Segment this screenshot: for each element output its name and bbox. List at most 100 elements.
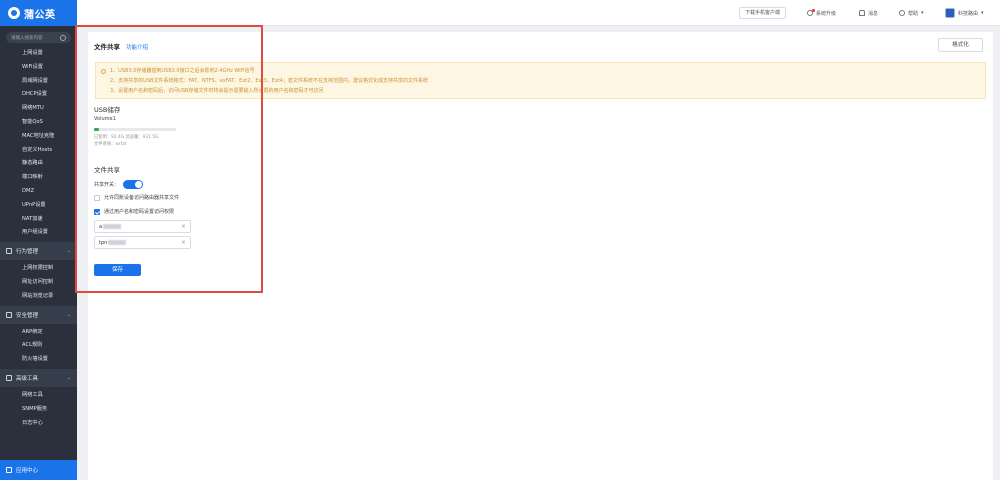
notice-line-3: 3、设置用户名和密码后，访问USB存储文件时将会提示需要输入所设置的用户名和密码…: [110, 88, 324, 94]
sidebar-tools-list: 网络工具 SNMP服务 日志中心: [0, 389, 77, 430]
help-label: 帮助: [908, 10, 919, 17]
feature-intro-link[interactable]: 功能介绍: [126, 43, 148, 51]
group-label: 应用中心: [16, 468, 39, 474]
sidebar-item[interactable]: 上网权限控制: [22, 262, 77, 276]
clear-icon[interactable]: ×: [181, 223, 186, 230]
apps-icon: [6, 467, 12, 473]
sidebar-item[interactable]: 网络MTU: [22, 102, 77, 116]
sidebar-behavior-list: 上网权限控制 网址访问控制 网站浏览记录: [0, 262, 77, 303]
sidebar-item[interactable]: ARP绑定: [22, 326, 77, 340]
system-upgrade-button[interactable]: 系统升级: [807, 8, 836, 18]
group-label: 行为管理: [16, 249, 39, 256]
filesystem-text: 文件系统：exfat: [94, 142, 127, 147]
sidebar-item[interactable]: DHCP设置: [22, 88, 77, 102]
auth-access-label: 通过用户名和密码设置访问权限: [104, 209, 175, 215]
page-title: 文件共享: [94, 43, 120, 51]
sidebar-item[interactable]: 防火墙设置: [22, 353, 77, 367]
chevron-down-icon: ⌄: [66, 374, 71, 381]
sidebar-item[interactable]: 日志中心: [22, 417, 77, 431]
usage-bar: [94, 128, 176, 131]
notice-line-2: 2、支持共享的USB文件系统格式：FAT、NTFS、exFAT、Ext2、Ext…: [110, 78, 428, 84]
notice-line-1: 1、USB3.0存储器插到USB3.0接口之后会影响2.4GHz WiFi信号: [110, 68, 255, 74]
password-value: tpn: [99, 239, 127, 246]
password-field[interactable]: tpn ×: [94, 236, 191, 249]
sidebar-group-behavior[interactable]: 行为管理 ⌄: [0, 242, 77, 261]
account-name: 科技路由: [958, 10, 979, 17]
system-upgrade-label: 系统升级: [816, 10, 837, 17]
share-toggle-label: 共享开关：: [94, 182, 120, 188]
avatar: [945, 8, 955, 18]
notice-box: 1、USB3.0存储器插到USB3.0接口之后会影响2.4GHz WiFi信号 …: [95, 62, 986, 99]
anonymous-access-label: 允许同账设备访问路由器共享文件: [104, 195, 180, 201]
bell-icon: [859, 10, 865, 16]
auth-access-checkbox[interactable]: [94, 208, 100, 215]
shield-icon: [6, 311, 12, 318]
info-icon: [101, 69, 106, 74]
share-toggle[interactable]: [123, 180, 144, 189]
chevron-down-icon: ⌄: [66, 311, 71, 318]
sidebar-item[interactable]: 用户组设置: [22, 226, 77, 240]
redacted-text: [108, 240, 127, 245]
group-label: 高级工具: [16, 375, 39, 382]
username-field[interactable]: a ×: [94, 220, 191, 233]
sidebar-item[interactable]: 上网设置: [22, 47, 77, 61]
usage-fill: [94, 128, 99, 131]
sidebar-network-list: 上网设置 WiFi设置 局域网设置 DHCP设置 网络MTU 智能QoS MAC…: [0, 47, 77, 240]
upgrade-icon: [807, 9, 815, 16]
sidebar-item[interactable]: NAT加速: [22, 213, 77, 227]
help-button[interactable]: 帮助 ▾: [899, 8, 924, 18]
sidebar-security-list: ARP绑定 ACL规则 防火墙设置: [0, 326, 77, 367]
main-panel: 文件共享 功能介绍 格式化 1、USB3.0存储器插到USB3.0接口之后会影响…: [88, 32, 993, 480]
format-button[interactable]: 格式化: [938, 38, 983, 52]
sidebar-item[interactable]: UPnP设置: [22, 199, 77, 213]
clear-icon[interactable]: ×: [181, 239, 186, 246]
brand[interactable]: 蒲公英: [0, 0, 77, 26]
username-prefix: a: [99, 223, 103, 230]
auth-access-row[interactable]: 通过用户名和密码设置访问权限: [94, 208, 174, 215]
password-prefix: tpn: [99, 239, 108, 246]
sidebar-item[interactable]: 网址访问控制: [22, 276, 77, 290]
sidebar-group-apps[interactable]: 应用中心: [0, 460, 77, 480]
brand-logo-icon: [8, 7, 20, 19]
sidebar-group-security[interactable]: 安全管理 ⌄: [0, 305, 77, 324]
sidebar-item[interactable]: ACL规则: [22, 339, 77, 353]
tools-icon: [6, 374, 12, 381]
sidebar-search-input[interactable]: 请输入搜索内容: [6, 32, 71, 43]
sidebar-item[interactable]: 静态路由: [22, 157, 77, 171]
notifications-button[interactable]: 消息: [859, 8, 878, 18]
chevron-down-icon: ▾: [981, 10, 984, 16]
anonymous-access-checkbox[interactable]: [94, 194, 100, 201]
redacted-text: [103, 224, 122, 229]
sidebar-item[interactable]: DMZ: [22, 185, 77, 199]
download-app-button[interactable]: 下载手机客户端: [739, 7, 787, 19]
sidebar-item[interactable]: 自定义Hosts: [22, 144, 77, 158]
search-icon[interactable]: [60, 34, 66, 41]
chevron-down-icon: ⌄: [66, 248, 71, 255]
sidebar-item[interactable]: 网络工具: [22, 389, 77, 403]
sidebar-item[interactable]: 端口映射: [22, 171, 77, 185]
sidebar-item[interactable]: MAC地址克隆: [22, 130, 77, 144]
topbar: 下载手机客户端 系统升级 消息 帮助 ▾ 科技路由 ▾: [77, 0, 1000, 26]
capacity-text: 已使用：92.4G 总容量：931.5G: [94, 135, 159, 140]
sidebar: 蒲公英 请输入搜索内容 上网设置 WiFi设置 局域网设置 DHCP设置 网络M…: [0, 0, 77, 480]
brand-name: 蒲公英: [24, 9, 56, 21]
save-button[interactable]: 保存: [94, 264, 141, 276]
anonymous-access-row[interactable]: 允许同账设备访问路由器共享文件: [94, 194, 179, 201]
chevron-down-icon: ▾: [921, 10, 924, 16]
group-label: 安全管理: [16, 312, 39, 319]
notifications-label: 消息: [868, 10, 879, 17]
sidebar-item[interactable]: 局域网设置: [22, 75, 77, 89]
sidebar-item[interactable]: SNMP服务: [22, 403, 77, 417]
sidebar-item[interactable]: WiFi设置: [22, 61, 77, 75]
sidebar-group-tools[interactable]: 高级工具 ⌄: [0, 368, 77, 387]
sidebar-search-placeholder: 请输入搜索内容: [11, 35, 43, 41]
username-value: a: [99, 223, 122, 230]
update-dot: [812, 9, 815, 12]
behavior-icon: [6, 248, 12, 255]
account-menu[interactable]: 科技路由 ▾: [945, 8, 984, 18]
share-section-title: 文件共享: [94, 166, 120, 174]
help-icon: [899, 10, 905, 16]
sidebar-item[interactable]: 智能QoS: [22, 116, 77, 130]
sidebar-item[interactable]: 网站浏览记录: [22, 290, 77, 304]
share-toggle-row: 共享开关：: [94, 180, 144, 189]
